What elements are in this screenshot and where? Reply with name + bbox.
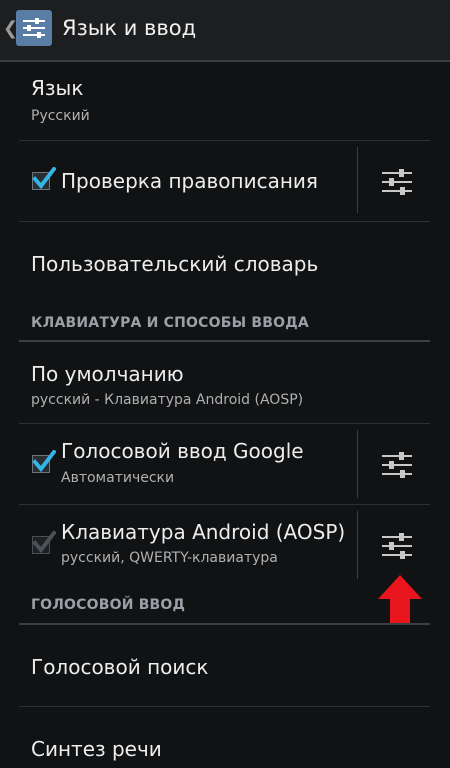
voice-search-label: Голосовой поиск [31,655,209,679]
language-item[interactable]: Язык Русский [0,62,450,140]
action-bar: ❮ Язык и ввод [0,0,450,62]
default-input-value: русский - Клавиатура Android (AOSP) [31,392,304,408]
default-input-title: По умолчанию [31,362,184,386]
google-voice-settings-icon[interactable] [380,448,414,482]
spellcheck-item[interactable]: Проверка правописания [0,141,450,221]
spellcheck-checkbox[interactable] [32,167,56,190]
tts-item[interactable]: Синтез речи [0,707,450,768]
section-header-voice: ГОЛОСОВОЙ ВВОД [31,597,186,613]
red-arrow-icon [376,573,424,625]
language-title: Язык [31,76,84,100]
google-voice-item[interactable]: Голосовой ввод Google Автоматически [0,424,450,504]
default-input-item[interactable]: По умолчанию русский - Клавиатура Androi… [0,342,450,422]
google-voice-title: Голосовой ввод Google [61,439,304,463]
tts-label: Синтез речи [31,737,162,761]
user-dictionary-item[interactable]: Пользовательский словарь [0,222,450,302]
section-header-keyboard: КЛАВИАТУРА И СПОСОБЫ ВВОДА [31,315,309,331]
google-voice-subtitle: Автоматически [61,470,175,486]
android-keyboard-settings-icon[interactable] [380,529,414,563]
language-value: Русский [31,108,90,124]
google-voice-checkbox[interactable] [32,450,56,473]
spellcheck-label: Проверка правописания [61,169,318,193]
user-dictionary-label: Пользовательский словарь [31,252,319,276]
android-keyboard-title: Клавиатура Android (AOSP) [61,520,346,544]
android-keyboard-subtitle: русский, QWERTY-клавиатура [61,550,278,566]
voice-search-item[interactable]: Голосовой поиск [0,625,450,705]
vertical-separator [357,147,358,213]
vertical-separator [357,430,358,498]
spellcheck-settings-icon[interactable] [380,165,414,199]
settings-sliders-icon[interactable] [16,10,52,46]
page-title: Язык и ввод [62,16,197,40]
android-keyboard-checkbox [32,531,56,554]
vertical-separator [357,511,358,579]
